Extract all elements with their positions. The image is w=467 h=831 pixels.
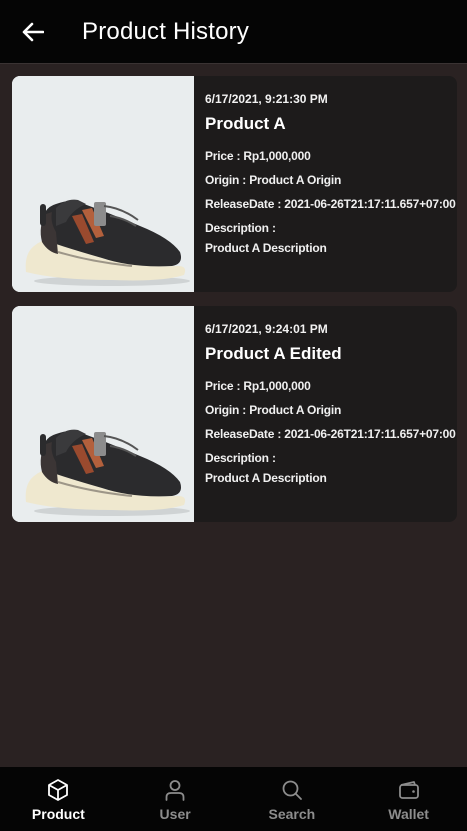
sneaker-illustration <box>12 306 194 522</box>
app-bar: Product History <box>0 0 467 64</box>
history-timestamp: 6/17/2021, 9:21:30 PM <box>205 92 328 106</box>
release-date-row: ReleaseDate : 2021-06-26T21:17:11.657+07… <box>205 427 457 441</box>
origin-value: Product A Origin <box>249 403 342 417</box>
origin-row: Origin : Product A Origin <box>205 403 457 417</box>
nav-item-product[interactable]: Product <box>0 767 117 831</box>
description-label: Description : <box>205 221 276 235</box>
origin-value: Product A Origin <box>249 173 342 187</box>
release-date-label: ReleaseDate : <box>205 197 285 211</box>
nav-label-search: Search <box>268 806 316 822</box>
card-info: 6/17/2021, 9:21:30 PM Product A Price : … <box>194 76 457 292</box>
price-row: Price : Rp1,000,000 <box>205 379 457 393</box>
bottom-navigation: Product User Search Wallet <box>0 767 467 831</box>
release-date-label: ReleaseDate : <box>205 427 285 441</box>
nav-item-wallet[interactable]: Wallet <box>350 767 467 831</box>
origin-row: Origin : Product A Origin <box>205 173 457 187</box>
product-history-list: 6/17/2021, 9:21:30 PM Product A Price : … <box>12 76 457 536</box>
sneaker-image <box>12 76 194 292</box>
price-value: Rp1,000,000 <box>243 379 311 393</box>
nav-label-product: Product <box>31 806 85 822</box>
product-name: Product A <box>205 114 286 133</box>
sneaker-image <box>12 306 194 522</box>
sneaker-illustration <box>12 76 194 292</box>
search-icon <box>279 777 305 803</box>
price-label: Price : <box>205 379 244 393</box>
description-label: Description : <box>205 451 276 465</box>
history-card[interactable]: 6/17/2021, 9:21:30 PM Product A Price : … <box>12 76 457 292</box>
cube-icon <box>45 777 71 803</box>
page-title: Product History <box>82 17 250 45</box>
release-date-value: 2021-06-26T21:17:11.657+07:00 <box>284 427 456 441</box>
history-card[interactable]: 6/17/2021, 9:24:01 PM Product A Edited P… <box>12 306 457 522</box>
price-value: Rp1,000,000 <box>243 149 311 163</box>
user-icon <box>162 777 188 803</box>
arrow-left-icon <box>22 22 44 41</box>
origin-label: Origin : <box>205 173 250 187</box>
description-value: Product A Description <box>205 471 327 485</box>
history-timestamp: 6/17/2021, 9:24:01 PM <box>205 322 328 336</box>
card-info: 6/17/2021, 9:24:01 PM Product A Edited P… <box>194 306 457 522</box>
nav-label-wallet: Wallet <box>388 806 429 822</box>
nav-item-search[interactable]: Search <box>234 767 351 831</box>
release-date-row: ReleaseDate : 2021-06-26T21:17:11.657+07… <box>205 197 457 211</box>
price-row: Price : Rp1,000,000 <box>205 149 457 163</box>
product-name: Product A Edited <box>205 344 342 363</box>
nav-item-user[interactable]: User <box>117 767 234 831</box>
price-label: Price : <box>205 149 244 163</box>
origin-label: Origin : <box>205 403 250 417</box>
wallet-icon <box>396 777 422 803</box>
description-value: Product A Description <box>205 241 327 255</box>
nav-label-user: User <box>159 806 191 822</box>
release-date-value: 2021-06-26T21:17:11.657+07:00 <box>284 197 456 211</box>
back-button[interactable] <box>13 12 53 52</box>
